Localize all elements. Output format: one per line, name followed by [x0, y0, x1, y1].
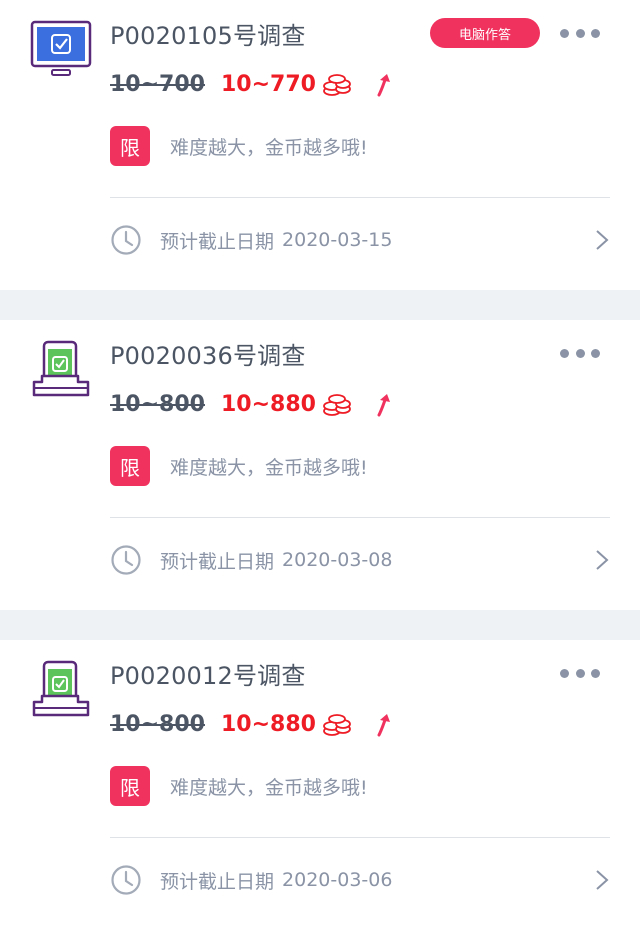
deadline-label: 预计截止日期 [160, 230, 275, 253]
old-price: 10~800 [110, 711, 205, 737]
limit-row: 限 难度越大，金币越多哦! [110, 126, 368, 166]
old-price: 10~800 [110, 391, 205, 417]
limit-badge: 限 [110, 766, 150, 806]
survey-card[interactable]: P0020036号调查 10~800 10~880 限 难度越大，金币越多哦! [0, 320, 640, 610]
survey-title: P0020105号调查 [110, 22, 306, 50]
price-row: 10~800 10~880 [110, 386, 394, 422]
limit-row: 限 难度越大，金币越多哦! [110, 446, 368, 486]
survey-card[interactable]: P0020012号调查 10~800 10~880 限 难度越大，金币越多哦! [0, 640, 640, 930]
arrow-up-icon [377, 714, 390, 737]
coin-stack-icon [323, 394, 351, 416]
limit-text: 难度越大，金币越多哦! [170, 136, 368, 159]
monitor-check-icon [30, 20, 92, 76]
more-dots-icon[interactable] [560, 345, 600, 361]
deadline-label: 预计截止日期 [160, 870, 275, 893]
arrow-up-icon [377, 394, 390, 417]
new-price: 10~880 [220, 391, 316, 417]
limit-text: 难度越大，金币越多哦! [170, 776, 368, 799]
price-row: 10~700 10~770 [110, 66, 394, 102]
deadline-row[interactable]: 预计截止日期 2020-03-15 [110, 220, 610, 260]
limit-text: 难度越大，金币越多哦! [170, 456, 368, 479]
clock-icon [111, 225, 141, 255]
survey-title: P0020012号调查 [110, 662, 306, 690]
divider [110, 837, 610, 838]
limit-row: 限 难度越大，金币越多哦! [110, 766, 368, 806]
divider [110, 197, 610, 198]
clock-icon [111, 865, 141, 895]
chevron-right-icon [596, 870, 609, 890]
coin-stack-icon [323, 74, 351, 96]
old-price: 10~700 [110, 71, 205, 97]
divider [110, 517, 610, 518]
survey-list: P0020105号调查 电脑作答 10~700 10~770 限 难度越大，金币… [0, 0, 640, 930]
chevron-right-icon [596, 550, 609, 570]
more-dots-icon[interactable] [560, 25, 600, 41]
deadline-date: 2020-03-15 [282, 229, 393, 251]
limit-badge: 限 [110, 126, 150, 166]
new-price: 10~880 [220, 711, 316, 737]
new-price: 10~770 [220, 71, 316, 97]
phone-check-icon [32, 340, 90, 397]
deadline-date: 2020-03-06 [282, 869, 393, 891]
price-row: 10~800 10~880 [110, 706, 394, 742]
more-dots-icon[interactable] [560, 665, 600, 681]
deadline-row[interactable]: 预计截止日期 2020-03-08 [110, 540, 610, 580]
survey-title: P0020036号调查 [110, 342, 306, 370]
survey-card[interactable]: P0020105号调查 电脑作答 10~700 10~770 限 难度越大，金币… [0, 0, 640, 290]
limit-badge: 限 [110, 446, 150, 486]
clock-icon [111, 545, 141, 575]
chevron-right-icon [596, 230, 609, 250]
phone-check-icon [32, 660, 90, 717]
deadline-date: 2020-03-08 [282, 549, 393, 571]
coin-stack-icon [323, 714, 351, 736]
deadline-label: 预计截止日期 [160, 550, 275, 573]
answer-mode-badge: 电脑作答 [430, 18, 540, 48]
arrow-up-icon [377, 74, 390, 97]
deadline-row[interactable]: 预计截止日期 2020-03-06 [110, 860, 610, 900]
